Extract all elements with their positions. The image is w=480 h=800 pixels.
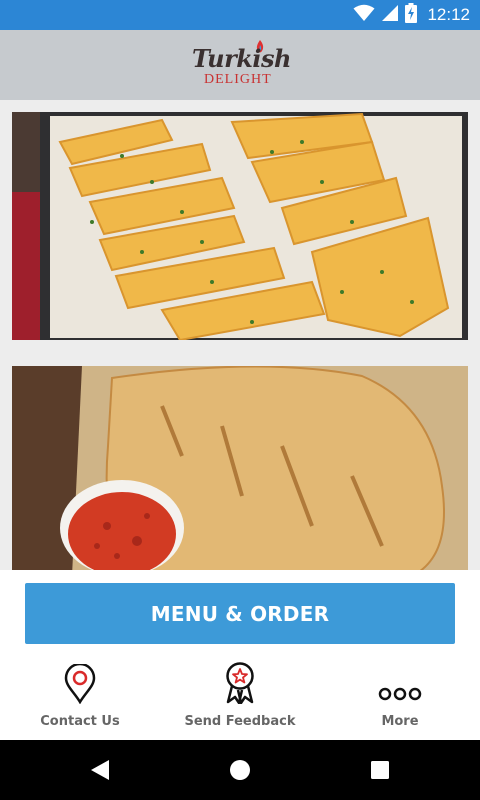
menu-order-button[interactable]: MENU & ORDER — [25, 583, 455, 644]
recents-icon[interactable] — [370, 760, 390, 785]
status-bar: 12:12 — [0, 0, 480, 30]
content-scroll[interactable] — [0, 100, 480, 570]
garlic-bread-image[interactable] — [12, 112, 468, 340]
home-icon[interactable] — [229, 759, 251, 786]
system-navigation-bar — [0, 740, 480, 800]
turkish-delight-logo: Turkish DELIGHT — [190, 38, 291, 92]
logo-word-turkish: Turkish — [192, 44, 291, 73]
map-pin-icon — [64, 660, 96, 704]
status-time: 12:12 — [427, 5, 470, 24]
contact-us-label: Contact Us — [40, 714, 120, 729]
more-dots-icon — [378, 660, 422, 704]
contact-us-button[interactable]: Contact Us — [0, 660, 160, 730]
battery-charging-icon — [405, 2, 418, 28]
bottom-panel: MENU & ORDER Contact Us Send Feedback Mo… — [0, 570, 480, 740]
wifi-icon — [353, 4, 375, 27]
app-header: Turkish DELIGHT — [0, 30, 480, 100]
status-icons: 12:12 — [353, 0, 470, 30]
logo-word-delight: DELIGHT — [204, 72, 272, 87]
send-feedback-button[interactable]: Send Feedback — [160, 660, 320, 730]
more-button[interactable]: More — [320, 660, 480, 730]
cell-signal-icon — [381, 4, 399, 27]
send-feedback-label: Send Feedback — [184, 714, 296, 729]
calzone-image[interactable] — [12, 366, 468, 570]
back-icon[interactable] — [90, 759, 110, 786]
more-label: More — [381, 714, 419, 729]
award-ribbon-icon — [223, 660, 257, 704]
